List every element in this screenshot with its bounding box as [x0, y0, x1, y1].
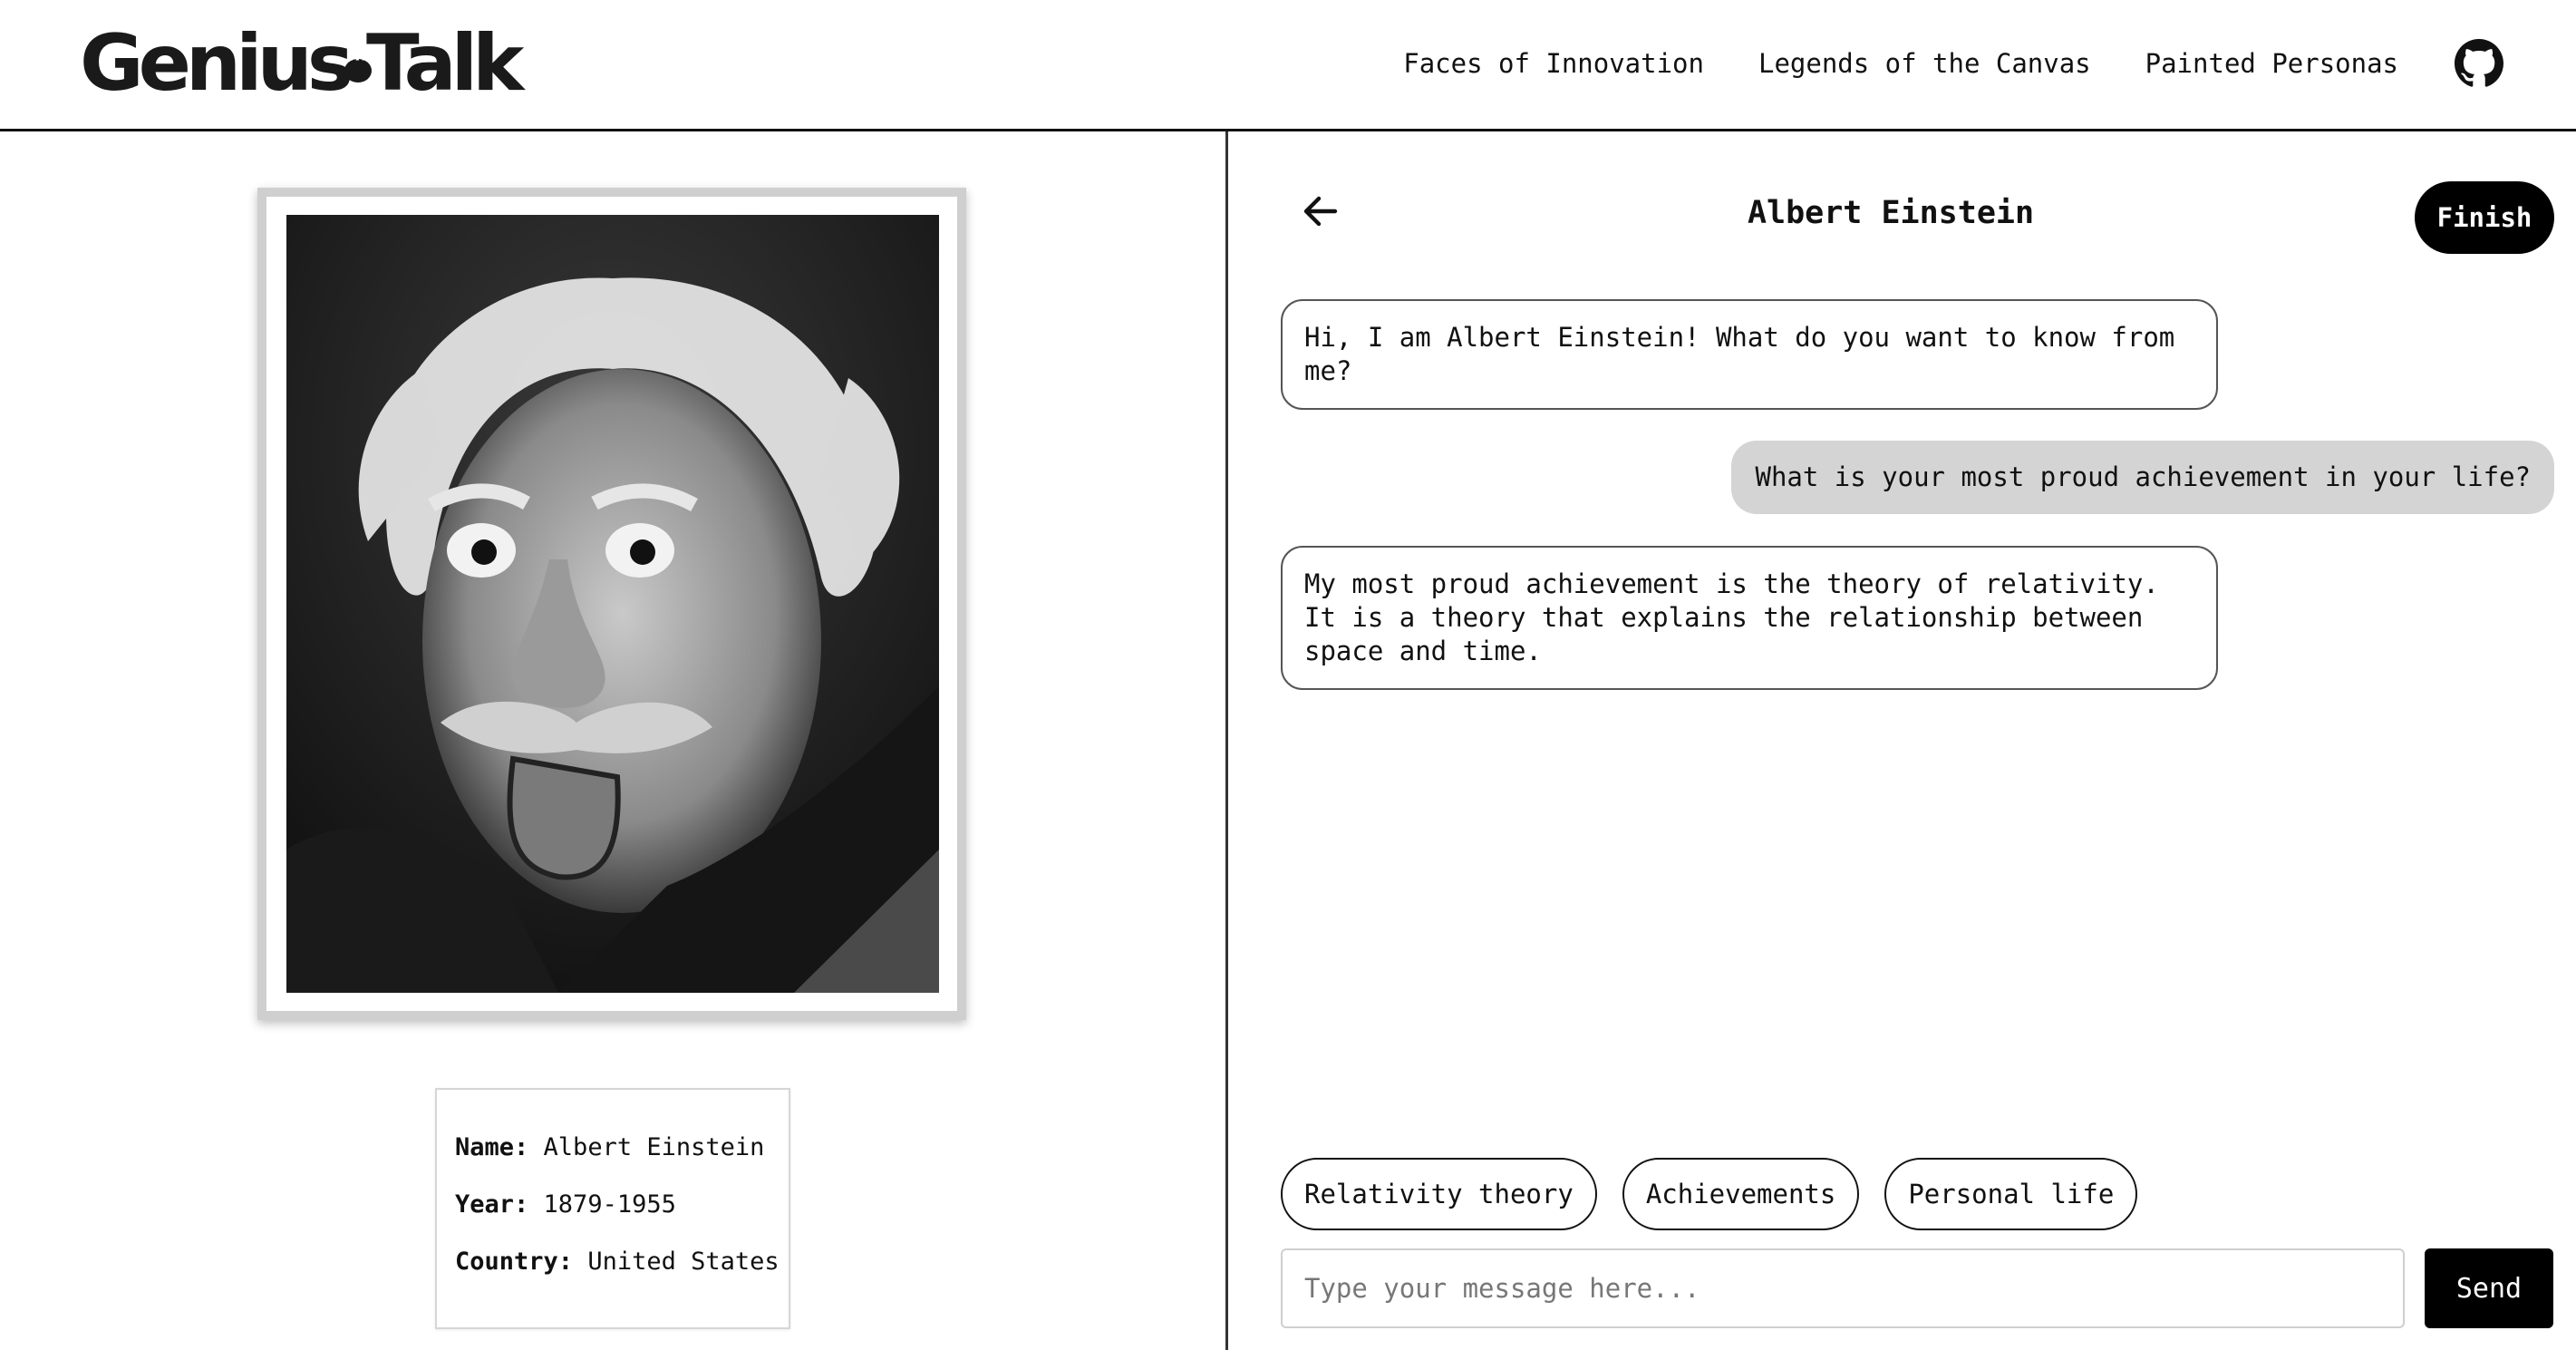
info-value: Albert Einstein: [543, 1133, 765, 1161]
finish-button[interactable]: Finish: [2415, 181, 2554, 254]
portrait-frame: [257, 188, 966, 1020]
nav-legends-of-the-canvas[interactable]: Legends of the Canvas: [1758, 48, 2091, 79]
chat-title: Albert Einstein: [1747, 195, 2035, 231]
logo-text-talk: Talk: [366, 18, 524, 109]
nav-faces-of-innovation[interactable]: Faces of Innovation: [1403, 48, 1704, 79]
info-row-year: Year: 1879-1955: [455, 1190, 770, 1248]
top-header: GeniusTalk Faces of Innovation Legends o…: [0, 0, 2576, 131]
suggestion-chips: Relativity theory Achievements Personal …: [1281, 1158, 2163, 1230]
genius-talk-logo[interactable]: GeniusTalk: [80, 18, 524, 109]
profile-info-card: Name: Albert Einstein Year: 1879-1955 Co…: [435, 1088, 790, 1329]
user-message: What is your most proud achievement in y…: [1731, 441, 2554, 514]
portrait-image: [286, 215, 939, 993]
suggestion-chip-personal-life[interactable]: Personal life: [1884, 1158, 2138, 1230]
profile-panel: Name: Albert Einstein Year: 1879-1955 Co…: [0, 131, 1225, 1350]
info-value: United States: [587, 1248, 780, 1276]
info-row-name: Name: Albert Einstein: [455, 1133, 770, 1190]
info-key: Country:: [455, 1248, 574, 1276]
einstein-portrait-illustration: [286, 215, 939, 993]
info-row-country: Country: United States: [455, 1248, 780, 1305]
suggestion-chip-relativity[interactable]: Relativity theory: [1281, 1158, 1597, 1230]
bot-message: Hi, I am Albert Einstein! What do you wa…: [1281, 299, 2218, 410]
main-nav: Faces of Innovation Legends of the Canva…: [1349, 0, 2576, 127]
info-key: Name:: [455, 1133, 529, 1161]
info-key: Year:: [455, 1190, 529, 1219]
chat-panel: Albert Einstein Finish Hi, I am Albert E…: [1228, 131, 2576, 1350]
send-button[interactable]: Send: [2425, 1248, 2553, 1328]
message-input[interactable]: [1281, 1248, 2405, 1328]
logo-text-genius: Genius: [80, 18, 353, 109]
github-icon[interactable]: [2455, 39, 2503, 88]
nav-painted-personas[interactable]: Painted Personas: [2145, 48, 2398, 79]
bot-message: My most proud achievement is the theory …: [1281, 546, 2218, 690]
suggestion-chip-achievements[interactable]: Achievements: [1622, 1158, 1860, 1230]
chat-bubble-icon: [344, 50, 373, 83]
info-value: 1879-1955: [543, 1190, 676, 1219]
